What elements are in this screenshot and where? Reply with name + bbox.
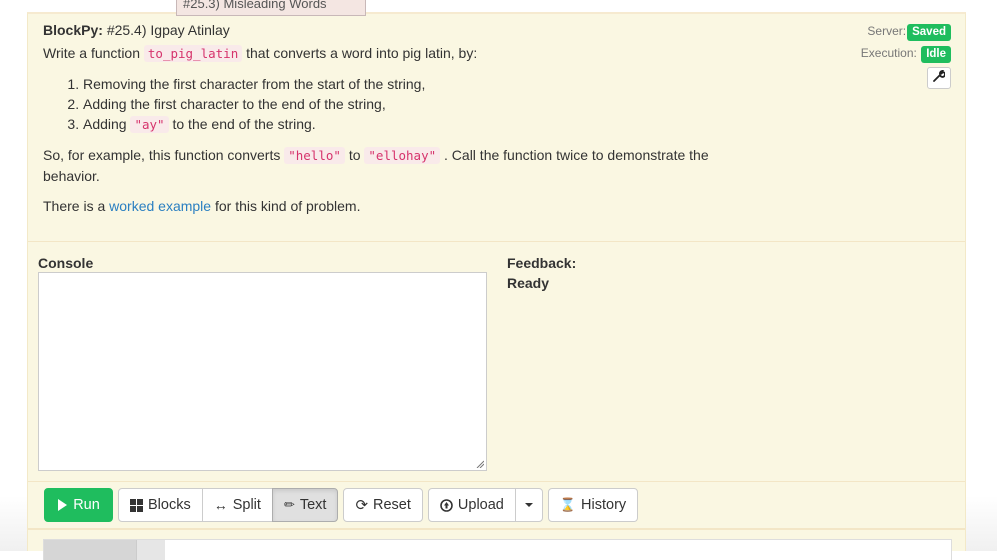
upload-dropdown-toggle[interactable] [514,488,543,522]
settings-row [861,66,951,89]
history-label: History [581,497,627,513]
history-button[interactable]: ⌛ History [547,488,639,522]
feedback-status: Ready [507,275,550,291]
feedback-label: Feedback: [507,255,577,271]
instructions-intro: Write a function to_pig_latin that conve… [43,43,743,64]
example-output-code: "ellohay" [364,147,441,164]
worked-text: There is a [43,198,106,214]
step-item: Removing the first character from the st… [83,74,743,94]
blocks-label: Blocks [148,497,191,513]
worked-example-paragraph: There is a worked example for this kind … [43,196,743,216]
status-panel: Server: Saved Execution: Idle [861,22,951,89]
resize-handle-icon[interactable] [476,460,484,468]
text-mode-button[interactable]: ✏ Text [271,488,339,522]
upload-button[interactable]: Upload [427,488,516,522]
step-item: Adding the first character to the end of… [83,94,743,114]
app-label: BlockPy: [43,22,103,38]
editor-mode-group: Blocks ↔ Split ✏ Text [118,488,339,522]
execution-status-badge: Idle [921,46,951,63]
code-editor[interactable] [43,539,952,560]
instructions: Write a function to_pig_latin that conve… [43,43,743,226]
execution-label: Execution: [860,46,917,60]
function-name-code: to_pig_latin [143,45,243,62]
play-icon [58,499,68,511]
editor-line-numbers [137,540,165,560]
worked-text-after: for this kind of problem. [214,198,361,214]
step-code: "ay" [130,116,169,133]
upload-circle-icon [440,498,453,512]
section-divider [28,481,965,482]
blocks-icon [130,498,143,512]
console-label: Console [38,255,94,271]
step-text-after: to the end of the string. [172,116,316,132]
refresh-icon: ⟳ [355,497,369,514]
split-label: Split [232,497,261,513]
step-item: Adding "ay" to the end of the string. [83,114,743,135]
intro-text-after: that converts a word into pig latin, by: [246,45,478,61]
split-mode-button[interactable]: ↔ Split [201,488,273,522]
example-text: So, for example, this function converts [43,147,281,163]
server-status: Server: Saved [861,22,951,44]
blockpy-container: BlockPy: #25.4) Igpay Atinlay Write a fu… [27,12,966,560]
steps-list: Removing the first character from the st… [43,74,743,135]
text-label: Text [299,497,327,513]
example-paragraph: So, for example, this function converts … [43,145,743,186]
upload-label: Upload [457,497,504,513]
section-divider [28,241,965,242]
assignment-header: BlockPy: #25.4) Igpay Atinlay [43,22,230,38]
section-divider [28,528,965,530]
step-text: Adding [83,116,127,132]
intro-text: Write a function [43,45,141,61]
editor-toolbar: Run Blocks ↔ Split ✏ Text ⟳ Reset Upload [44,488,639,522]
example-input-code: "hello" [284,147,345,164]
execution-status: Execution: Idle [861,44,951,66]
console-output[interactable] [38,272,487,471]
settings-button[interactable] [927,67,951,89]
run-label: Run [73,497,100,513]
reset-label: Reset [373,497,411,513]
pencil-icon: ✏ [283,497,295,512]
hourglass-icon: ⌛ [559,497,577,512]
assignment-tooltip: #25.3) Misleading Words [176,0,366,16]
caret-down-icon [524,503,533,507]
worked-example-link[interactable]: worked example [109,198,211,214]
arrows-horizontal-icon: ↔ [213,497,228,513]
editor-gutter [44,540,137,560]
example-mid-text: to [348,147,361,163]
run-button[interactable]: Run [44,488,113,522]
reset-button[interactable]: ⟳ Reset [343,488,423,522]
server-status-badge: Saved [907,24,951,41]
server-label: Server: [867,24,907,38]
wrench-icon [933,69,946,82]
assignment-title: #25.4) Igpay Atinlay [106,22,230,38]
upload-group: Upload [427,488,543,522]
blocks-mode-button[interactable]: Blocks [118,488,203,522]
